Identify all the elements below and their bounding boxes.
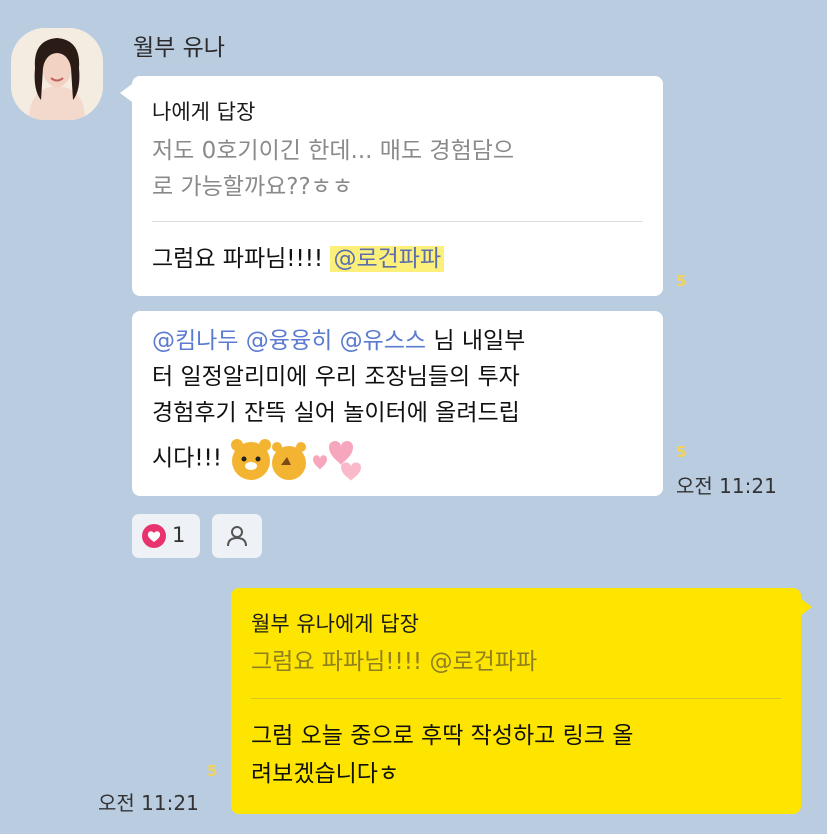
mention-yuseuseu[interactable]: @유스스 [340,328,426,354]
unread-count: 5 [676,272,687,290]
message-bubble[interactable]: @킴나두 @융융히 @유스스 님 내일부 터 일정알리미에 우리 조장님들의 투… [132,311,663,496]
reply-quote[interactable]: 그럼요 파파님!!!! @로건파파 [251,644,537,680]
heart-count: 1 [172,523,186,547]
mention-yungyunghi[interactable]: @융융히 [246,328,332,354]
message-time: 오전 11:21 [676,474,777,498]
mention-logan[interactable]: @로건파파 [330,246,445,272]
message-line1: @킴나두 @융융히 @유스스 님 내일부 [152,323,525,359]
message-line2: 터 일정알리미에 우리 조장님들의 투자 [152,364,520,390]
message-text: 그럼요 파파님!!!! @로건파파 [152,241,445,277]
bubble-tail [120,84,132,102]
reply-bubble[interactable]: 나에게 답장 저도 0호기이긴 한데... 매도 경험담으 로 가능할까요??ㅎ… [132,76,663,296]
mention-kimnadu[interactable]: @킴나두 [152,328,238,354]
my-reply-bubble[interactable]: 월부 유나에게 답장 그럼요 파파님!!!! @로건파파 그럼 오늘 중으로 후… [231,588,801,814]
profile-photo-icon [11,28,103,120]
unread-count: 5 [676,443,687,461]
message-line4: 시다!!! [152,435,374,483]
ryan-emoticon-icon [231,439,362,481]
message-prefix: 그럼요 파파님!!!! [152,246,331,272]
line4-text: 시다!!! [152,445,230,472]
heart-icon [142,524,166,548]
reply-quote-line2[interactable]: 로 가능할까요??ㅎㅎ [152,169,353,205]
sender-name: 월부 유나 [133,35,225,61]
message-time: 오전 11:21 [98,791,199,815]
reply-header: 나에게 답장 [152,100,256,124]
unread-count: 5 [207,762,218,780]
sender-avatar[interactable] [11,28,103,120]
line1-suffix: 님 내일부 [426,328,526,354]
message-line3: 경험후기 잔뜩 실어 놀이터에 올려드립 [152,400,520,426]
reply-divider [152,221,643,222]
message-line1: 그럼 오늘 중으로 후딱 작성하고 링크 올 [251,723,634,749]
person-icon [227,526,247,547]
reply-divider [251,698,781,699]
reply-quote-line1[interactable]: 저도 0호기이긴 한데... 매도 경험담으 [152,133,514,169]
message-line2: 려보겠습니다ㅎ [251,761,400,787]
add-reaction-button[interactable] [212,514,262,558]
reply-header: 월부 유나에게 답장 [251,612,419,636]
bubble-tail [800,598,812,616]
heart-reaction-button[interactable]: 1 [132,514,200,558]
